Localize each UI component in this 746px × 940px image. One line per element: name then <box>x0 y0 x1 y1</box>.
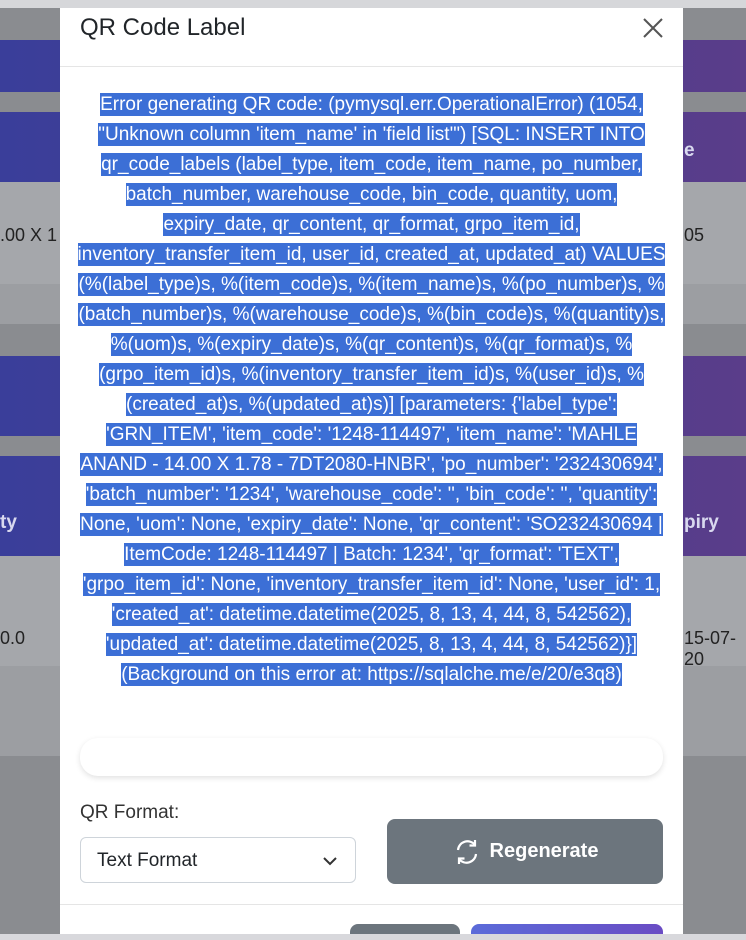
qr-format-select[interactable]: Text Format <box>80 837 356 883</box>
qr-code-label-modal: QR Code Label Error generating QR code: … <box>60 8 683 934</box>
regenerate-button[interactable]: Regenerate <box>387 819 663 884</box>
close-icon <box>643 18 663 38</box>
background-cell-text: .00 X 1 <box>0 225 58 245</box>
close-button[interactable] <box>637 12 669 44</box>
regenerate-label: Regenerate <box>489 840 599 862</box>
qr-format-label: QR Format: <box>80 802 180 823</box>
refresh-icon <box>456 839 477 864</box>
browser-top-bar <box>0 0 746 8</box>
error-message-container: Error generating QR code: (pymysql.err.O… <box>74 90 669 690</box>
footer-secondary-button[interactable] <box>350 924 460 934</box>
background-cell-text: 0.0 <box>0 628 26 648</box>
modal-title: QR Code Label <box>80 14 246 41</box>
footer-primary-button[interactable] <box>471 924 663 934</box>
qr-preview-area <box>80 738 663 776</box>
chevron-down-icon <box>323 857 337 866</box>
background-cell-text: 15-07-20 <box>684 628 737 669</box>
error-message: Error generating QR code: (pymysql.err.O… <box>77 93 666 686</box>
modal-footer-divider <box>60 904 683 905</box>
qr-format-selected-value: Text Format <box>97 850 198 871</box>
background-header-text: piry <box>684 512 719 533</box>
background-header-text: ty <box>0 512 17 533</box>
browser-bottom-bar <box>0 934 746 940</box>
background-header-text: e <box>684 140 695 161</box>
background-cell-text: 05 <box>684 225 705 245</box>
modal-header: QR Code Label <box>60 8 683 67</box>
